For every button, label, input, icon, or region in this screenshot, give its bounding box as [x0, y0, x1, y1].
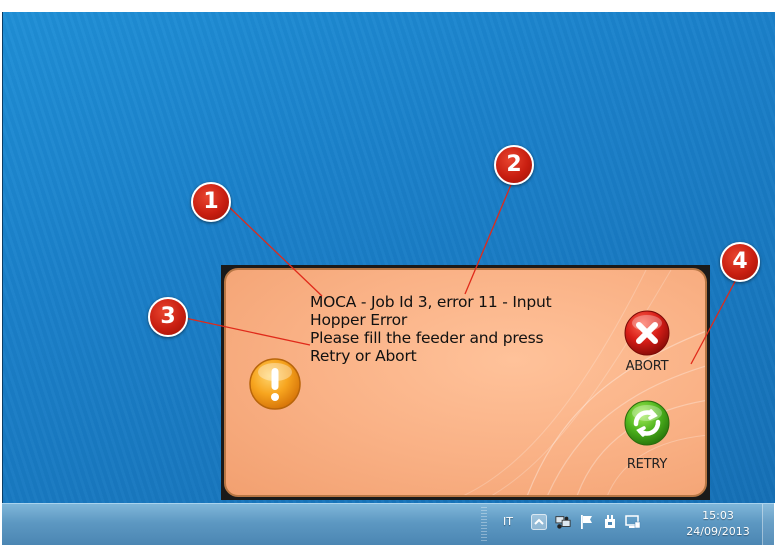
taskbar: IT 15:03 24/09/2013 [2, 503, 775, 545]
tray-grip [481, 507, 487, 542]
retry-button-label[interactable]: RETRY [607, 457, 687, 472]
error-message-line-1: MOCA - Job Id 3, error 11 - Input [310, 293, 552, 311]
callout-4: 4 [720, 242, 760, 282]
abort-button[interactable] [624, 310, 670, 356]
clock-date: 24/09/2013 [686, 525, 750, 538]
error-message-line-3: Please fill the feeder and press [310, 329, 544, 347]
retry-button[interactable] [624, 400, 670, 446]
error-message-line-4: Retry or Abort [310, 347, 417, 365]
clock[interactable]: 15:03 24/09/2013 [680, 508, 756, 540]
callout-1: 1 [191, 182, 231, 222]
show-hidden-icons-icon[interactable] [531, 514, 547, 530]
callout-2: 2 [494, 145, 534, 185]
warning-icon [249, 358, 301, 410]
show-desktop-button[interactable] [762, 504, 775, 545]
action-center-flag-icon[interactable] [579, 514, 595, 530]
callout-3: 3 [148, 297, 188, 337]
network-icon[interactable] [555, 514, 571, 530]
clock-time: 15:03 [702, 509, 734, 522]
power-icon[interactable] [602, 514, 618, 530]
display-icon[interactable] [625, 514, 641, 530]
error-message: MOCA - Job Id 3, error 11 - Input Hopper… [310, 293, 620, 365]
error-message-line-2: Hopper Error [310, 311, 408, 329]
abort-button-label[interactable]: ABORT [607, 359, 687, 374]
language-indicator[interactable]: IT [503, 515, 513, 528]
